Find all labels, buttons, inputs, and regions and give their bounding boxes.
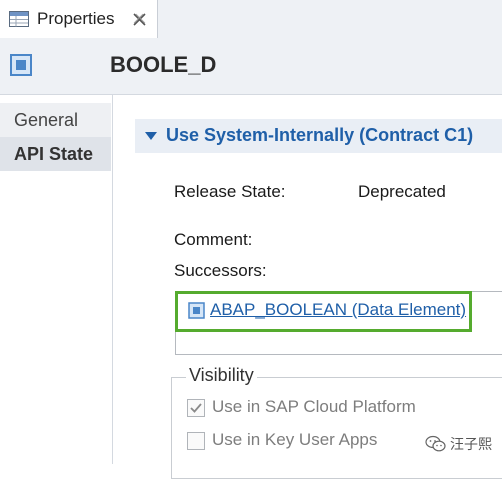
api-state-panel: Use System-Internally (Contract C1) Rele…	[113, 95, 502, 479]
checkbox-key-user-apps[interactable]	[187, 432, 205, 450]
tab-api-state[interactable]: API State	[0, 137, 111, 171]
object-title: BOOLE_D	[110, 52, 217, 77]
object-header: BOOLE_D	[0, 38, 502, 95]
checkbox-cloud-platform-label: Use in SAP Cloud Platform	[212, 397, 416, 416]
tab-general[interactable]: General	[0, 103, 111, 137]
wechat-icon	[425, 435, 446, 452]
editor-tab-bar: Properties	[0, 0, 502, 39]
visibility-title: Visibility	[186, 365, 257, 386]
successor-link[interactable]: ABAP_BOOLEAN (Data Element)	[210, 300, 466, 320]
release-state-value: Deprecated	[358, 182, 446, 201]
property-sections-nav: General API State	[0, 95, 113, 464]
close-icon[interactable]	[132, 12, 147, 27]
checkbox-key-user-apps-label: Use in Key User Apps	[212, 430, 378, 449]
release-state-label: Release State:	[174, 182, 286, 201]
section-title: Use System-Internally (Contract C1)	[166, 125, 474, 145]
checkmark-icon	[190, 403, 202, 413]
section-header-contract-c1[interactable]: Use System-Internally (Contract C1)	[135, 119, 502, 153]
comment-label: Comment:	[174, 230, 253, 249]
tab-properties[interactable]: Properties	[0, 0, 158, 38]
caret-down-icon	[145, 132, 157, 140]
checkbox-cloud-platform[interactable]	[187, 399, 205, 417]
data-element-icon	[10, 54, 32, 76]
tab-general-label: General	[14, 110, 79, 130]
data-element-icon	[188, 302, 205, 319]
properties-table-icon	[9, 11, 29, 27]
successors-label: Successors:	[174, 261, 267, 280]
watermark-text: 汪子熙	[450, 436, 492, 452]
tab-api-state-label: API State	[14, 144, 94, 164]
tab-label: Properties	[37, 9, 115, 28]
